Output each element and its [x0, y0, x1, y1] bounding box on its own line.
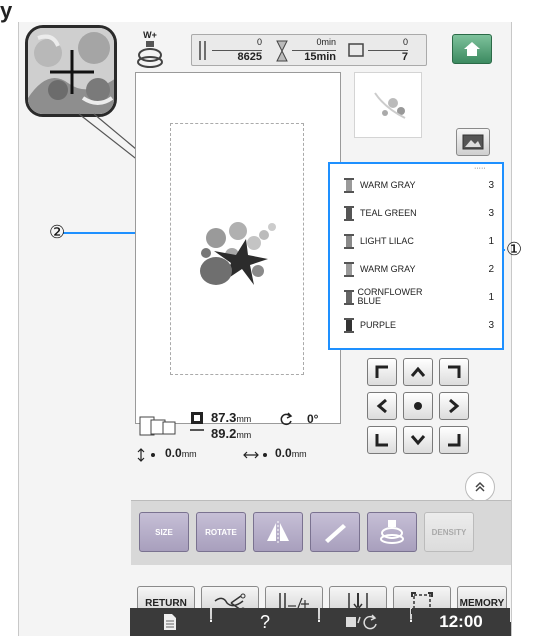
center-dot-icon — [414, 402, 422, 410]
thread-color-button[interactable] — [310, 512, 360, 552]
thread-name: WARM GRAY — [360, 179, 416, 190]
manual-button[interactable] — [130, 608, 210, 636]
hoop-size-icon — [139, 416, 176, 436]
thread-order: 1 — [488, 291, 494, 303]
time-total: 15min — [304, 51, 336, 63]
thread-spool-icon — [344, 233, 354, 249]
thread-row[interactable]: TEAL GREEN 3 — [344, 202, 494, 224]
thread-name: PURPLE — [360, 319, 397, 330]
pencil-icon — [325, 524, 346, 543]
rotate-button[interactable]: ROTATE — [196, 512, 246, 552]
chevron-right-icon — [449, 398, 460, 414]
size-info-panel: 87.3mm 0° 89.2mm 0.0mm 0.0mm — [137, 410, 367, 470]
chevron-left-icon — [376, 398, 387, 414]
hourglass-icon — [276, 40, 288, 62]
horizontal-offset: 0.0mm — [275, 446, 307, 460]
thread-name: WARM GRAY — [360, 263, 416, 274]
move-center-button[interactable] — [403, 392, 433, 420]
thread-name: TEAL GREEN — [360, 207, 417, 218]
vertical-offset-icon — [137, 448, 155, 462]
callout-one: ① — [506, 239, 523, 259]
help-button[interactable]: ? — [212, 608, 318, 636]
move-up-button[interactable] — [403, 358, 433, 386]
stitch-total: 8625 — [237, 51, 262, 63]
vertical-offset: 0.0mm — [165, 446, 197, 460]
move-left-button[interactable] — [367, 392, 397, 420]
thread-name: CORNFLOWER BLUE — [357, 287, 423, 306]
size-button[interactable]: SIZE — [139, 512, 189, 552]
mirror-icon — [267, 521, 289, 543]
home-button[interactable] — [452, 34, 492, 64]
embroidery-edit-screen: ② ① W+ 0 8625 0min 15min 0 7 ····· WARM … — [18, 22, 522, 636]
color-total: 7 — [401, 51, 408, 63]
panel-collapse-button[interactable] — [465, 472, 495, 502]
corner-up-right-icon — [448, 365, 461, 378]
rotate-icon — [280, 412, 293, 426]
rotation-angle: 0° — [307, 412, 319, 426]
thread-row[interactable]: CORNFLOWER BLUE 1 — [344, 286, 494, 308]
thread-spool-icon — [344, 177, 354, 193]
section-label: y — [0, 0, 13, 23]
move-down-button[interactable] — [403, 426, 433, 454]
move-right-button[interactable] — [439, 392, 469, 420]
move-up-right-button[interactable] — [439, 358, 469, 386]
presser-foot-icon: W+ — [136, 30, 164, 70]
pattern-size-icon — [190, 412, 204, 431]
embroidery-pattern-image — [200, 222, 276, 285]
home-icon — [464, 42, 480, 56]
thread-name: LIGHT LILAC — [360, 235, 414, 246]
thread-spool-icon — [344, 317, 354, 333]
callout-two: ② — [49, 222, 66, 242]
thread-spool-icon — [344, 289, 354, 305]
double-chevron-up-icon — [475, 481, 485, 492]
needle-icon — [199, 41, 206, 60]
chevron-up-icon — [410, 366, 426, 377]
move-up-left-button[interactable] — [367, 358, 397, 386]
horizontal-offset-icon — [243, 451, 267, 459]
mirror-button[interactable] — [253, 512, 303, 552]
embroidery-preview-area — [135, 72, 341, 424]
thread-order: 1 — [488, 235, 494, 247]
time-elapsed: 0min — [316, 37, 336, 47]
thread-spool-icon — [344, 205, 354, 221]
chevron-down-icon — [410, 435, 426, 446]
pattern-height: 89.2mm — [211, 426, 252, 441]
foot-label: W+ — [143, 30, 157, 40]
stitch-current: 0 — [256, 37, 262, 47]
density-button: DENSITY — [424, 512, 474, 552]
thread-row[interactable]: WARM GRAY 2 — [344, 258, 494, 280]
pattern-thumbnail — [354, 72, 422, 138]
color-current: 0 — [402, 37, 408, 47]
thread-order: 2 — [488, 263, 494, 275]
move-down-left-button[interactable] — [367, 426, 397, 454]
thread-spool-icon — [344, 261, 354, 277]
color-change-icon — [348, 43, 364, 57]
image-view-button[interactable] — [456, 128, 490, 156]
thread-order: 3 — [488, 319, 494, 331]
thread-order: 3 — [488, 179, 494, 191]
list-scroll-indicator: ····· — [474, 165, 486, 172]
settings-status-button[interactable] — [320, 608, 410, 636]
corner-up-left-icon — [375, 365, 388, 378]
header-status-panel: 0 8625 0min 15min 0 7 — [191, 34, 427, 66]
presser-foot-icon — [380, 520, 404, 544]
thread-row[interactable]: PURPLE 3 — [344, 314, 494, 336]
thread-row[interactable]: LIGHT LILAC 1 — [344, 230, 494, 252]
corner-down-left-icon — [375, 434, 388, 447]
thread-row[interactable]: WARM GRAY 3 — [344, 174, 494, 196]
wireless-sync-icon — [346, 614, 377, 630]
corner-down-right-icon — [448, 434, 461, 447]
thread-order: 3 — [488, 207, 494, 219]
thread-color-list: ····· WARM GRAY 3 TEAL GREEN 3 LIGHT LIL… — [328, 162, 504, 350]
move-down-right-button[interactable] — [439, 426, 469, 454]
clock-display: 12:00 — [412, 608, 510, 636]
pattern-width: 87.3mm — [211, 410, 252, 425]
image-icon — [462, 134, 484, 150]
document-icon — [164, 614, 176, 630]
border-foot-button[interactable] — [367, 512, 417, 552]
